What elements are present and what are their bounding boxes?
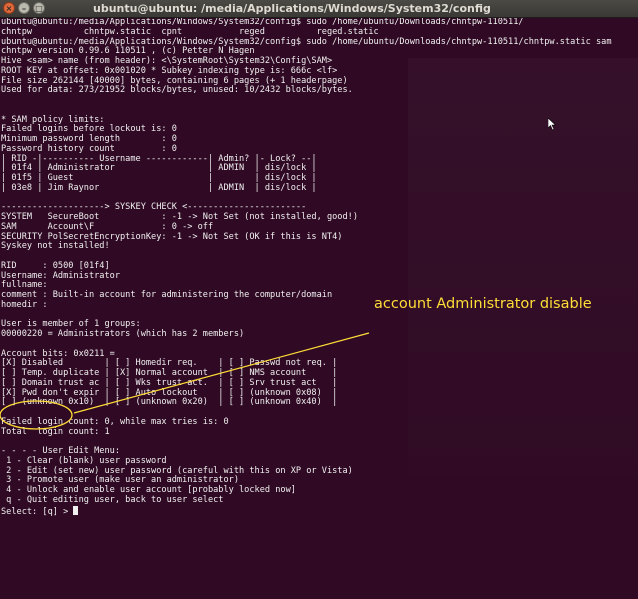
annotation-label: account Administrator disable (374, 296, 592, 312)
mouse-pointer-icon (548, 118, 557, 131)
annotation-pointer-line (73, 332, 370, 414)
annotation-highlight-ellipse (0, 400, 73, 430)
